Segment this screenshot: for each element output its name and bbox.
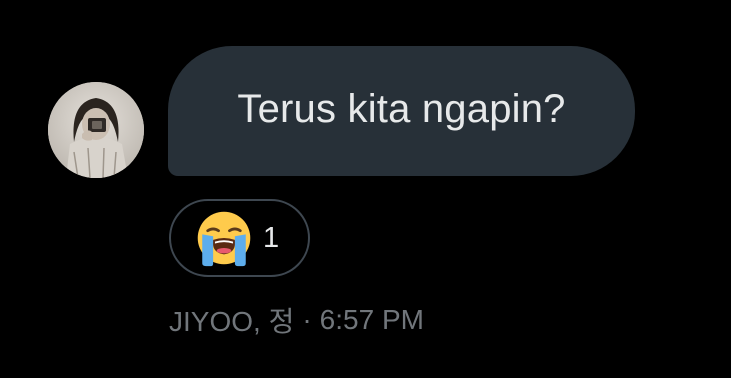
message-bubble[interactable]: Terus kita ngapin? [168, 46, 635, 176]
message-text: Terus kita ngapin? [237, 86, 566, 131]
message-meta: JIYOO, 정 · 6:57 PM [169, 300, 424, 340]
avatar[interactable] [48, 82, 144, 178]
reaction-count: 1 [263, 221, 280, 254]
meta-separator: · [302, 304, 312, 335]
loudly-crying-face-icon [197, 211, 251, 267]
reaction-pill[interactable]: 1 [169, 199, 310, 277]
sender-name: JIYOO, 정 [169, 306, 295, 337]
message-time: 6:57 PM [319, 304, 424, 335]
avatar-photo [48, 82, 144, 178]
